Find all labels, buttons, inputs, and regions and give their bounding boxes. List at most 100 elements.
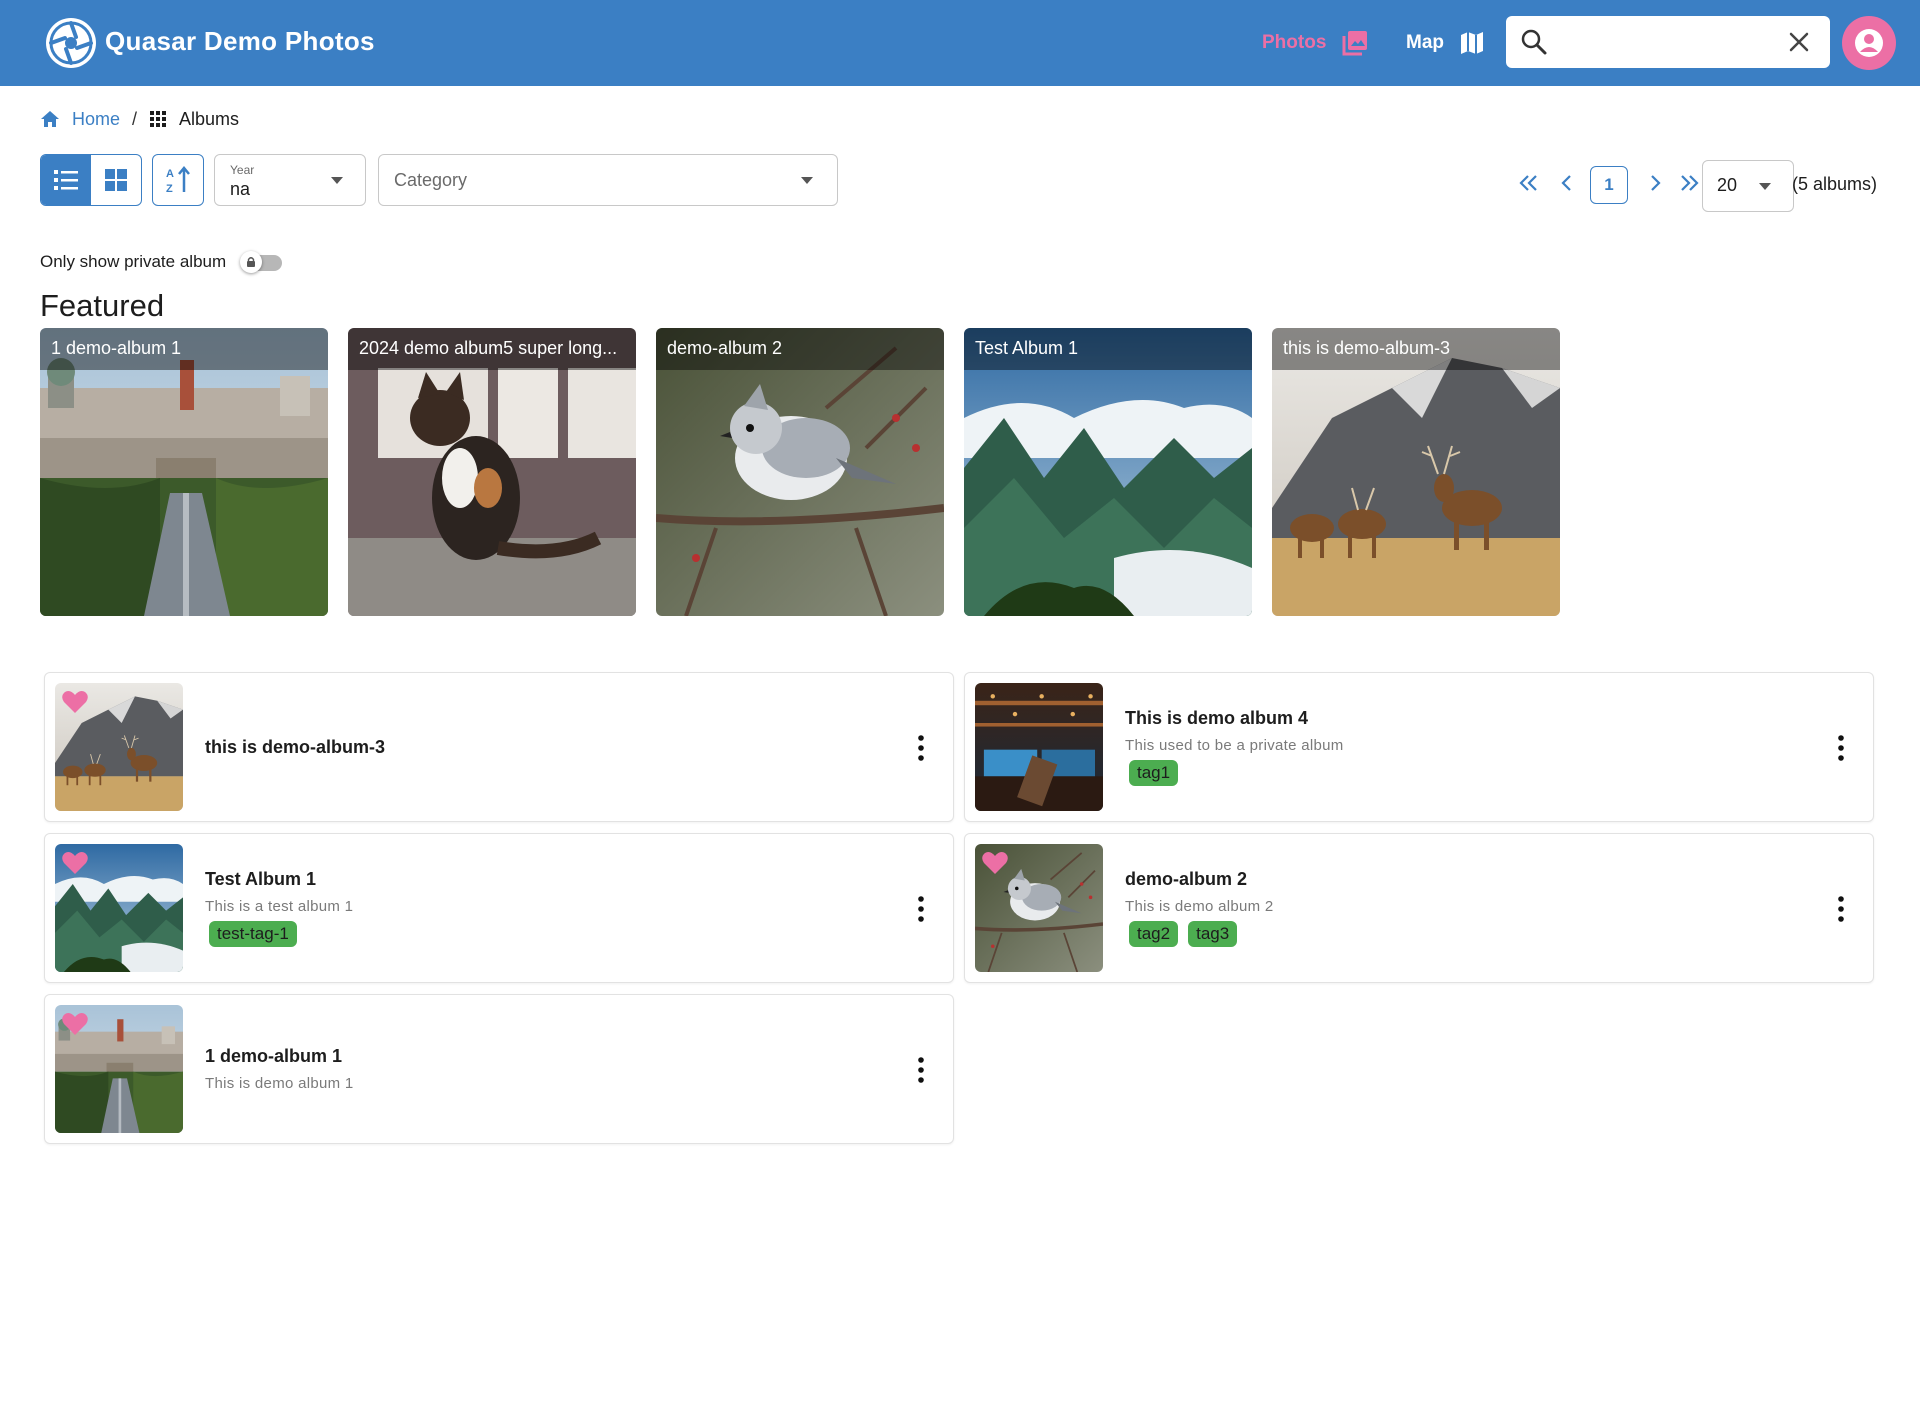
favorite-heart-icon[interactable] [61, 850, 89, 876]
album-title: demo-album 2 [1125, 869, 1248, 889]
album-tags: test-tag-1 [209, 921, 353, 947]
album-description: This is a test album 1 [205, 898, 354, 915]
chevron-right-icon [1651, 175, 1661, 191]
sort-button[interactable]: A Z [152, 154, 204, 206]
album-text: Test Album 1 This is a test album 1 test… [205, 834, 353, 982]
svg-text:A: A [166, 168, 174, 180]
last-page-button[interactable] [1672, 166, 1706, 200]
album-description: This is demo album 2 [1125, 898, 1274, 915]
grid-icon [105, 169, 127, 191]
chevron-down-icon [801, 177, 813, 184]
private-filter-row: Only show private album [40, 248, 284, 276]
featured-album-title: this is demo-album-3 [1272, 328, 1560, 370]
more-vert-icon[interactable] [917, 1057, 925, 1083]
album-text: 1 demo-album 1 This is demo album 1 [205, 995, 354, 1143]
album-list-item[interactable]: demo-album 2 This is demo album 2 tag2 t… [964, 833, 1874, 983]
double-chevron-left-icon [1519, 175, 1537, 191]
album-description: This is demo album 1 [205, 1075, 354, 1092]
album-tags: tag1 [1129, 760, 1344, 786]
per-page-value: 20 [1717, 175, 1738, 195]
breadcrumb-home-label: Home [72, 108, 121, 129]
tag-chip[interactable]: test-tag-1 [209, 921, 297, 947]
featured-album-card[interactable]: demo-album 2 [656, 328, 944, 616]
more-vert-icon[interactable] [1837, 735, 1845, 761]
per-page-select[interactable]: 20 [1702, 160, 1794, 212]
search-icon [1521, 29, 1547, 55]
app-title[interactable]: Quasar Demo Photos [105, 26, 375, 57]
nav-photos-link[interactable]: Photos [1262, 24, 1370, 62]
featured-album-card[interactable]: 2024 demo album5 super long... [348, 328, 636, 616]
breadcrumb-current-label: Albums [179, 108, 240, 129]
top-app-bar: Quasar Demo Photos Photos Map [0, 0, 1920, 86]
featured-album-title: demo-album 2 [656, 328, 944, 370]
breadcrumb: Home / Albums [40, 106, 239, 132]
year-select-label: Year [230, 163, 255, 177]
breadcrumb-current: Albums [149, 109, 239, 130]
favorite-heart-icon[interactable] [61, 1011, 89, 1037]
album-cover-image [656, 328, 944, 616]
featured-album-card[interactable]: 1 demo-album 1 [40, 328, 328, 616]
sort-alpha-icon: A Z [166, 166, 190, 195]
album-cover-image [40, 328, 328, 616]
featured-album-title: 2024 demo album5 super long... [348, 328, 636, 370]
current-page-button[interactable]: 1 [1590, 166, 1628, 204]
favorite-heart-icon[interactable] [61, 689, 89, 715]
featured-album-title: Test Album 1 [964, 328, 1252, 370]
breadcrumb-home[interactable]: Home [40, 109, 120, 130]
favorite-heart-icon[interactable] [981, 850, 1009, 876]
toggle-knob [240, 251, 263, 273]
album-text: This is demo album 4 This used to be a p… [1125, 673, 1344, 821]
album-list-item[interactable]: 1 demo-album 1 This is demo album 1 [44, 994, 954, 1144]
featured-album-title: 1 demo-album 1 [40, 328, 328, 370]
album-title: This is demo album 4 [1125, 708, 1309, 728]
album-list-item[interactable]: Test Album 1 This is a test album 1 test… [44, 833, 954, 983]
more-vert-icon[interactable] [1837, 896, 1845, 922]
chevron-down-icon [331, 177, 343, 184]
photos-icon [1342, 31, 1368, 56]
search-input[interactable] [1558, 24, 1768, 60]
private-toggle[interactable] [240, 251, 284, 273]
app-logo-icon[interactable] [46, 18, 96, 68]
album-cover-image [1272, 328, 1560, 616]
album-title: this is demo-album-3 [205, 736, 386, 757]
view-mode-toggle [40, 154, 142, 206]
tag-chip[interactable]: tag3 [1188, 921, 1238, 947]
map-icon [1461, 32, 1483, 54]
featured-heading: Featured [40, 288, 165, 323]
album-title: Test Album 1 [205, 869, 317, 889]
album-list-item[interactable]: this is demo-album-3 [44, 672, 954, 822]
double-chevron-right-icon [1681, 175, 1699, 191]
album-cover-image [964, 328, 1252, 616]
year-select[interactable]: Year na [214, 154, 366, 206]
lock-icon [247, 257, 256, 267]
nav-map-link[interactable]: Map [1406, 24, 1486, 62]
first-page-button[interactable] [1512, 166, 1546, 200]
home-icon [41, 111, 59, 127]
next-page-button[interactable] [1638, 166, 1672, 200]
category-select[interactable]: Category [378, 154, 838, 206]
svg-text:Z: Z [166, 183, 173, 195]
account-avatar[interactable] [1842, 16, 1896, 70]
close-icon[interactable] [1786, 29, 1812, 55]
tag-chip[interactable]: tag1 [1129, 760, 1179, 786]
grid-view-button[interactable] [91, 155, 141, 205]
more-vert-icon[interactable] [917, 896, 925, 922]
featured-album-card[interactable]: this is demo-album-3 [1272, 328, 1560, 616]
album-text: this is demo-album-3 [205, 673, 385, 821]
category-select-placeholder: Category [394, 170, 468, 190]
album-cover-image [348, 328, 636, 616]
previous-page-button[interactable] [1550, 166, 1584, 200]
search-box [1506, 16, 1830, 68]
featured-album-card[interactable]: Test Album 1 [964, 328, 1252, 616]
nav-photos-label: Photos [1262, 32, 1327, 53]
tag-chip[interactable]: tag2 [1129, 921, 1179, 947]
album-list-item[interactable]: This is demo album 4 This used to be a p… [964, 672, 1874, 822]
list-view-button[interactable] [41, 155, 91, 205]
album-title: 1 demo-album 1 [205, 1046, 343, 1066]
album-thumbnail [55, 1005, 183, 1133]
more-vert-icon[interactable] [917, 735, 925, 761]
private-filter-label: Only show private album [40, 252, 227, 271]
album-thumbnail [975, 844, 1103, 972]
album-description: This used to be a private album [1125, 737, 1344, 754]
album-cover-image [975, 683, 1103, 811]
